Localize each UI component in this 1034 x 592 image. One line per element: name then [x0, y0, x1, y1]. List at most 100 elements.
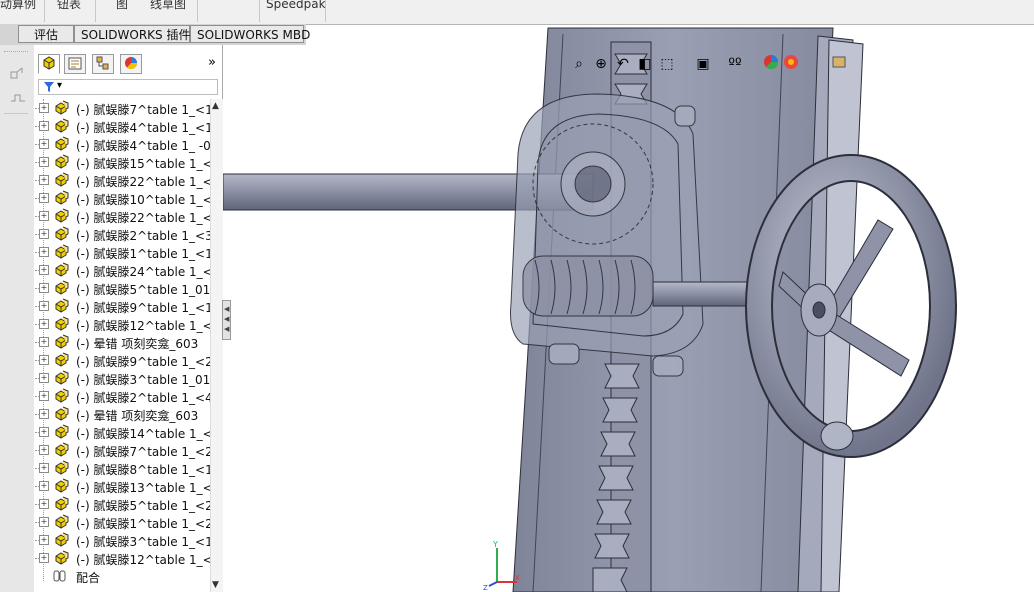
- component-icon: [55, 442, 69, 457]
- tab-solidworks-addins[interactable]: SOLIDWORKS 插件: [74, 25, 190, 43]
- tree-component-row[interactable]: + (-) 腻蜈滕1^table 1_<2: [34, 513, 210, 531]
- hide-show-icon[interactable]: ºº: [725, 54, 745, 74]
- expand-icon[interactable]: +: [35, 319, 49, 329]
- filter-icon[interactable]: [43, 80, 55, 94]
- expand-icon[interactable]: +: [35, 103, 49, 113]
- feature-tree-icon: [43, 56, 55, 70]
- previous-view-icon[interactable]: ↶: [613, 54, 633, 74]
- expand-icon[interactable]: +: [35, 283, 49, 293]
- tree-filter-box[interactable]: ▾: [38, 79, 218, 95]
- expand-icon[interactable]: +: [35, 121, 49, 131]
- tree-component-row[interactable]: + (-) 腻蜈滕1^table 1_<1: [34, 243, 210, 261]
- expand-icon[interactable]: +: [35, 463, 49, 473]
- expand-icon[interactable]: +: [35, 427, 49, 437]
- smart-dimension-icon[interactable]: [10, 67, 26, 81]
- expand-icon[interactable]: +: [35, 301, 49, 311]
- component-icon: [55, 244, 69, 259]
- tree-component-row[interactable]: + (-) 腻蜈滕24^table 1_<: [34, 261, 210, 279]
- expand-icon[interactable]: +: [35, 409, 49, 419]
- tree-scrollbar[interactable]: ▲ ▼: [210, 99, 223, 592]
- ribbon-item-speedpak[interactable]: Speedpak: [266, 0, 326, 18]
- tree-component-row[interactable]: + (-) 晕错 项刻奕龛_603: [34, 405, 210, 423]
- section-view-icon[interactable]: ◧: [635, 54, 655, 74]
- tree-component-row[interactable]: + (-) 腻蜈滕8^table 1_<1: [34, 459, 210, 477]
- ribbon-divider: [44, 0, 45, 22]
- expand-icon[interactable]: +: [35, 247, 49, 257]
- overflow-chevron-icon[interactable]: »: [208, 55, 216, 70]
- expand-icon[interactable]: +: [35, 535, 49, 545]
- tree-component-row[interactable]: + (-) 腻蜈滕22^table 1_<: [34, 207, 210, 225]
- tree-component-row[interactable]: + (-) 腻蜈滕5^table 1_01: [34, 279, 210, 297]
- expand-icon[interactable]: +: [35, 337, 49, 347]
- expand-icon[interactable]: +: [35, 553, 49, 563]
- expand-icon[interactable]: +: [35, 265, 49, 275]
- tree-component-row[interactable]: + (-) 腻蜈滕22^table 1_<: [34, 171, 210, 189]
- ribbon-divider: [95, 0, 96, 22]
- ribbon-item-bom[interactable]: 钮表: [57, 0, 81, 18]
- tab-evaluate[interactable]: 评估: [18, 25, 74, 43]
- tree-component-row[interactable]: + (-) 腻蜈滕10^table 1_<: [34, 189, 210, 207]
- tree-component-row[interactable]: + (-) 腻蜈滕14^table 1_<: [34, 423, 210, 441]
- component-icon: [55, 154, 69, 169]
- expand-icon[interactable]: +: [35, 499, 49, 509]
- expand-icon[interactable]: +: [35, 229, 49, 239]
- scroll-up-icon[interactable]: ▲: [212, 101, 219, 111]
- tree-component-row[interactable]: + (-) 腻蜈滕9^table 1_<1: [34, 297, 210, 315]
- expand-icon[interactable]: +: [35, 445, 49, 455]
- assembly-model[interactable]: [223, 24, 1034, 592]
- tree-component-row[interactable]: + (-) 腻蜈滕15^table 1_<: [34, 153, 210, 171]
- component-label: (-) 腻蜈滕7^table 1_<1: [76, 103, 210, 117]
- component-icon: [55, 118, 69, 133]
- sketch-line-icon[interactable]: [10, 91, 26, 105]
- component-label: (-) 腻蜈滕10^table 1_<: [76, 193, 210, 207]
- expand-icon[interactable]: +: [35, 373, 49, 383]
- expand-icon[interactable]: +: [35, 391, 49, 401]
- gearbox-housing[interactable]: [510, 93, 704, 377]
- tree-component-row[interactable]: + (-) 腻蜈滕7^table 1_<1: [34, 99, 210, 117]
- tree-component-row[interactable]: + (-) 腻蜈滕13^table 1_<: [34, 477, 210, 495]
- view-orientation-icon[interactable]: ⬚: [657, 54, 677, 74]
- tree-component-row[interactable]: + (-) 腻蜈滕7^table 1_<2: [34, 441, 210, 459]
- filter-dropdown-arrow[interactable]: ▾: [57, 80, 62, 91]
- display-manager-icon[interactable]: [829, 54, 849, 74]
- feature-tree-tab[interactable]: [38, 54, 60, 74]
- tree-component-row[interactable]: + (-) 腻蜈滕12^table 1_<: [34, 315, 210, 333]
- tree-component-row[interactable]: + (-) 腻蜈滕5^table 1_<2: [34, 495, 210, 513]
- expand-icon[interactable]: +: [35, 175, 49, 185]
- component-label: (-) 腻蜈滕13^table 1_<: [76, 481, 210, 495]
- tree-component-row[interactable]: + (-) 腻蜈滕4^table 1_<1: [34, 117, 210, 135]
- tree-component-row[interactable]: + (-) 晕错 项刻奕龛_603: [34, 333, 210, 351]
- ribbon-item-sketch[interactable]: 线草图: [150, 0, 186, 18]
- tree-component-row[interactable]: + (-) 腻蜈滕9^table 1_<2: [34, 351, 210, 369]
- property-manager-tab[interactable]: [64, 54, 86, 74]
- expand-icon[interactable]: +: [35, 355, 49, 365]
- component-icon: [55, 352, 69, 367]
- expand-icon[interactable]: +: [35, 211, 49, 221]
- component-label: (-) 腻蜈滕4^table 1_<1: [76, 121, 210, 135]
- component-label: (-) 腻蜈滕2^table 1_<3: [76, 229, 210, 243]
- graphics-viewport[interactable]: ⌕ ⊕ ↶ ◧ ⬚ ▣ ºº Y X Z: [223, 24, 1034, 592]
- display-style-icon[interactable]: ▣: [693, 54, 713, 74]
- tree-component-row[interactable]: + (-) 腻蜈滕3^table 1_<1: [34, 531, 210, 549]
- worm-screw[interactable]: [522, 255, 654, 317]
- expand-icon[interactable]: +: [35, 481, 49, 491]
- mates-folder[interactable]: 配合: [34, 567, 210, 585]
- scroll-down-icon[interactable]: ▼: [212, 580, 219, 590]
- tree-component-row[interactable]: + (-) 腻蜈滕2^table 1_<3: [34, 225, 210, 243]
- expand-icon[interactable]: +: [35, 139, 49, 149]
- zoom-fit-icon[interactable]: ⌕: [569, 54, 589, 74]
- tree-component-row[interactable]: + (-) 腻蜈滕4^table 1_ -0: [34, 135, 210, 153]
- expand-icon[interactable]: +: [35, 517, 49, 527]
- scene-icon[interactable]: [781, 54, 801, 74]
- tree-component-row[interactable]: + (-) 腻蜈滕2^table 1_<4: [34, 387, 210, 405]
- display-manager-tab[interactable]: [120, 54, 142, 74]
- tree-component-row[interactable]: + (-) 腻蜈滕12^table 1_<: [34, 549, 210, 567]
- expand-icon[interactable]: +: [35, 157, 49, 167]
- configuration-manager-tab[interactable]: [92, 54, 114, 74]
- ribbon-item-study[interactable]: 动算例: [0, 0, 36, 18]
- expand-icon[interactable]: +: [35, 193, 49, 203]
- appearance-icon[interactable]: [761, 54, 781, 74]
- tree-component-row[interactable]: + (-) 腻蜈滕3^table 1_01: [34, 369, 210, 387]
- ribbon-item-drawing[interactable]: 图: [116, 0, 128, 18]
- zoom-area-icon[interactable]: ⊕: [591, 54, 611, 74]
